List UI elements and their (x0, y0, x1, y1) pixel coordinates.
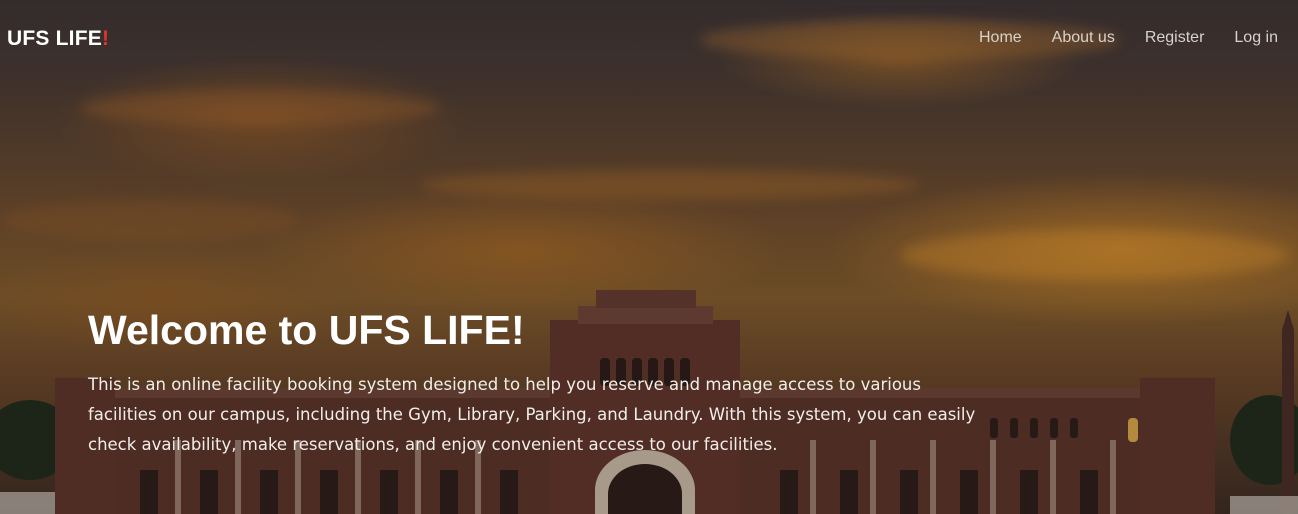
hero-title: Welcome to UFS LIFE! (88, 307, 525, 353)
brand-accent: ! (101, 27, 110, 50)
nav-link-about-us[interactable]: About us (1052, 29, 1115, 47)
brand-logo[interactable]: UFS LIFE! (7, 27, 109, 51)
brand-name: UFS LIFE (7, 27, 102, 50)
nav-link-log-in[interactable]: Log in (1234, 29, 1278, 47)
nav-link-home[interactable]: Home (979, 29, 1022, 47)
main-nav: Home About us Register Log in (979, 29, 1278, 47)
nav-link-register[interactable]: Register (1145, 29, 1205, 47)
hero-description: This is an online facility booking syste… (88, 375, 976, 454)
hero-section: UFS LIFE! Home About us Register Log in … (0, 0, 1298, 514)
